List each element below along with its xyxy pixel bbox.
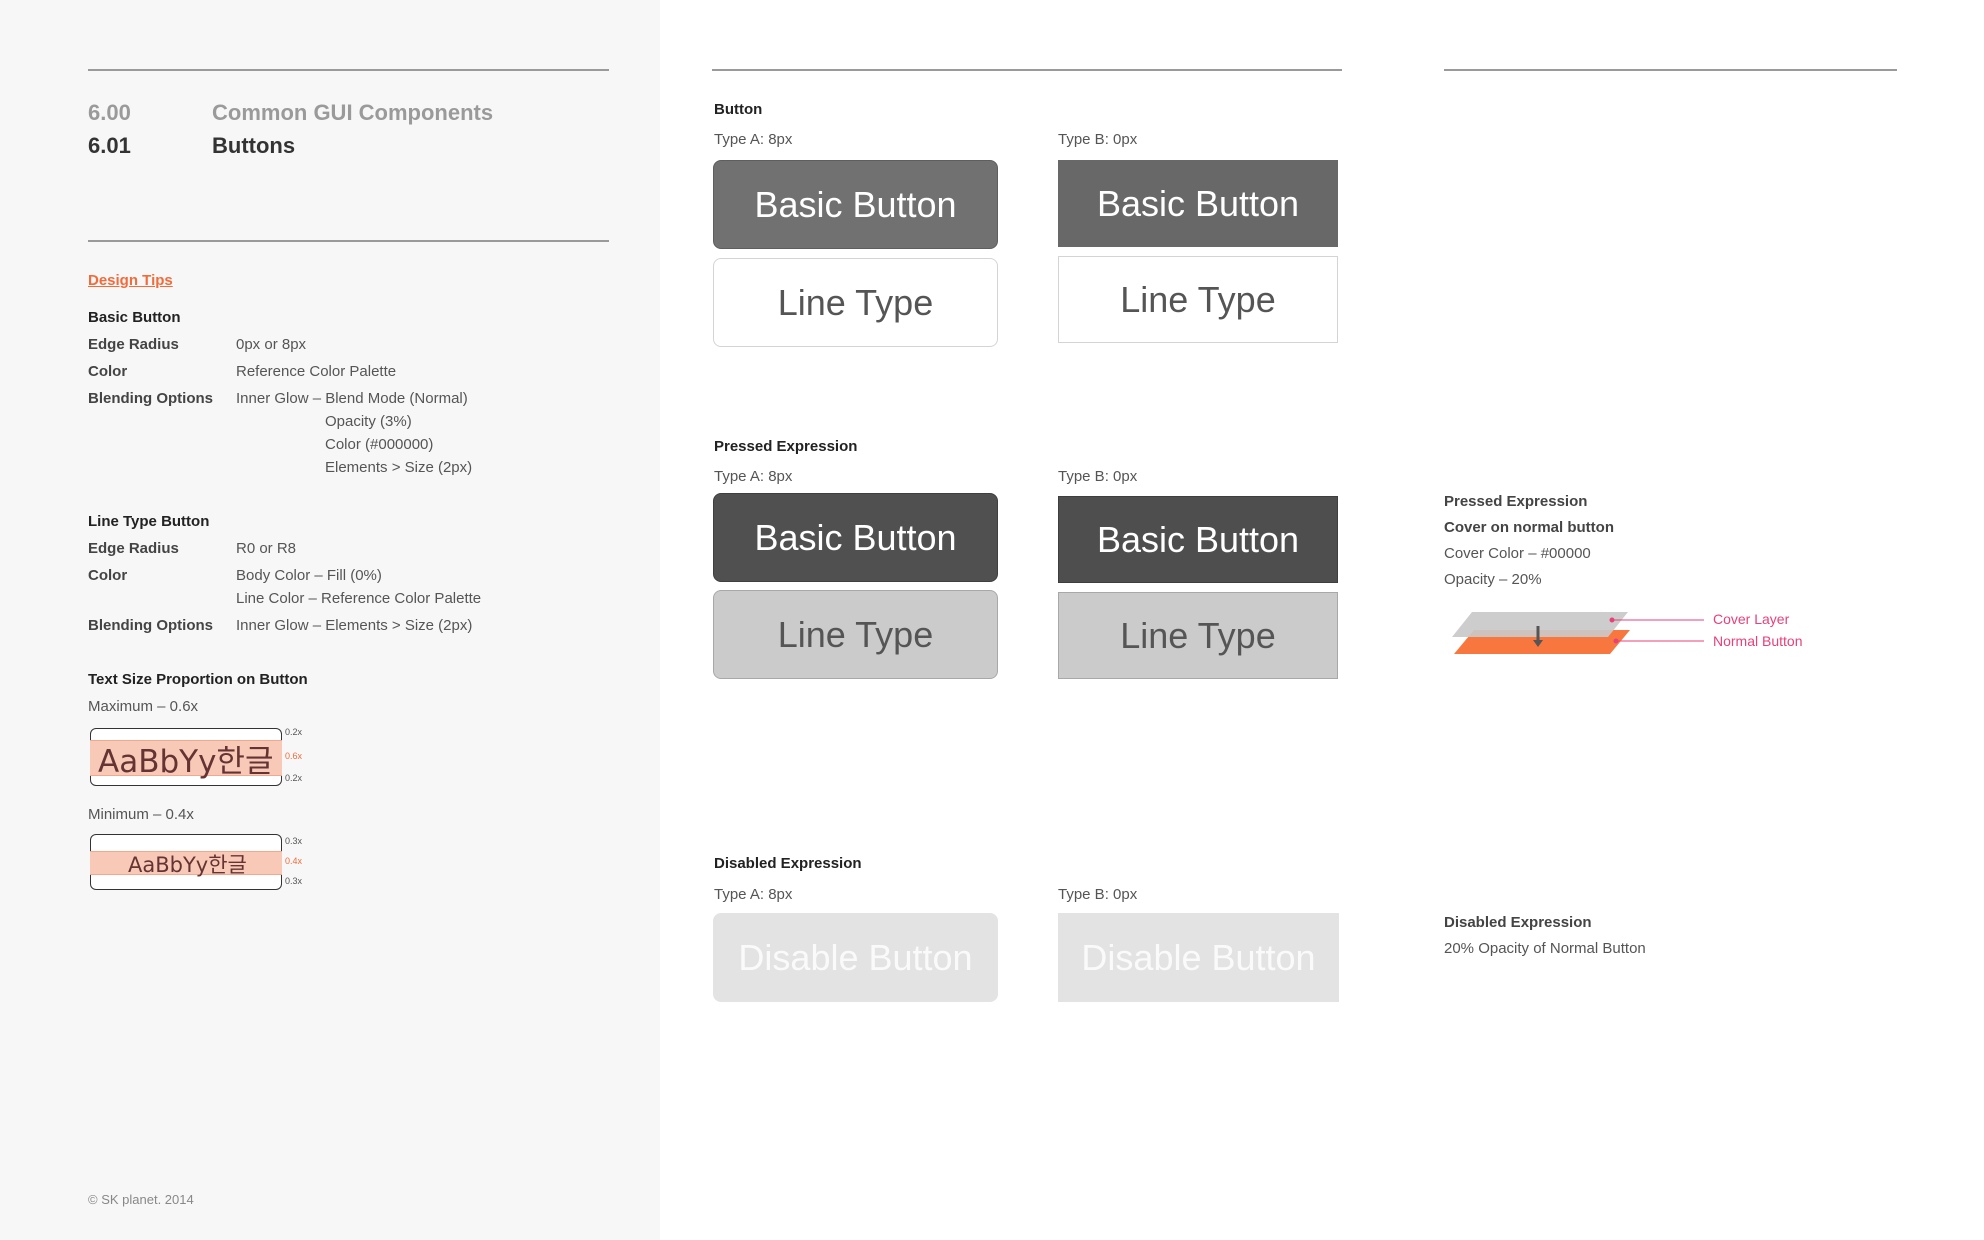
min-label: Minimum – 0.4x xyxy=(88,806,194,823)
normal-button-label: Normal Button xyxy=(1713,633,1803,649)
ratio-tick: 0.4x xyxy=(285,856,303,866)
pressed-note-title: Pressed Expression xyxy=(1444,493,1588,510)
pressed-line-type-button-type-a[interactable]: Line Type xyxy=(713,590,998,679)
ratio-tick: 0.3x xyxy=(285,836,303,846)
type-a-label: Type A: 8px xyxy=(714,468,793,485)
ratio-tick: 0.3x xyxy=(285,876,303,886)
edge-radius-value: 0px or 8px xyxy=(236,336,307,353)
line-type-button-type-a[interactable]: Line Type xyxy=(713,258,998,347)
type-b-label: Type B: 0px xyxy=(1058,886,1138,903)
ratio-tick: 0.2x xyxy=(285,727,303,737)
divider xyxy=(712,69,1342,71)
section-number: 6.00 xyxy=(88,100,131,125)
basic-button-type-a[interactable]: Basic Button xyxy=(713,160,998,249)
pressed-note-subtitle: Cover on normal button xyxy=(1444,519,1614,536)
cover-layer-label: Cover Layer xyxy=(1713,611,1790,627)
page-title: Buttons xyxy=(212,133,296,158)
edge-radius-value: R0 or R8 xyxy=(236,540,297,557)
pressed-basic-button-type-a[interactable]: Basic Button xyxy=(713,493,998,582)
blending-line: Elements > Size (2px) xyxy=(325,459,473,476)
cover-layer xyxy=(1452,612,1628,637)
copyright: © SK planet. 2014 xyxy=(88,1192,194,1207)
ratio-tick: 0.2x xyxy=(285,773,303,783)
color-line: Body Color – Fill (0%) xyxy=(236,567,382,584)
blending-line: Opacity (3%) xyxy=(325,413,412,430)
pressed-section-title: Pressed Expression xyxy=(714,438,858,455)
blending-line: Inner Glow – Blend Mode (Normal) xyxy=(236,390,468,407)
line-type-heading: Line Type Button xyxy=(88,513,210,530)
disabled-note-description: 20% Opacity of Normal Button xyxy=(1444,940,1646,957)
ratio-tick: 0.6x xyxy=(285,751,303,761)
pressed-basic-button-type-b[interactable]: Basic Button xyxy=(1058,496,1338,583)
color-label: Color xyxy=(88,567,128,584)
disabled-button-type-b: Disable Button xyxy=(1058,913,1339,1002)
basic-button-heading: Basic Button xyxy=(88,309,181,326)
basic-button-type-b[interactable]: Basic Button xyxy=(1058,160,1338,247)
blending-label: Blending Options xyxy=(88,390,213,407)
sample-text: AaBbYy한글 xyxy=(98,744,274,780)
divider xyxy=(88,240,609,242)
edge-radius-label: Edge Radius xyxy=(88,336,179,353)
opacity-note: Opacity – 20% xyxy=(1444,571,1542,588)
disabled-note-title: Disabled Expression xyxy=(1444,914,1592,931)
subsection-number: 6.01 xyxy=(88,133,131,158)
pressed-line-type-button-type-b[interactable]: Line Type xyxy=(1058,592,1338,679)
sample-text: AaBbYy한글 xyxy=(128,853,247,877)
max-label: Maximum – 0.6x xyxy=(88,698,199,715)
layer-diagram xyxy=(1452,612,1704,654)
text-size-heading: Text Size Proportion on Button xyxy=(88,671,308,688)
type-b-label: Type B: 0px xyxy=(1058,468,1138,485)
blending-line: Color (#000000) xyxy=(325,436,434,453)
color-line: Line Color – Reference Color Palette xyxy=(236,590,482,607)
type-a-label: Type A: 8px xyxy=(714,886,793,903)
line-type-button-type-b[interactable]: Line Type xyxy=(1058,256,1338,343)
disabled-section-title: Disabled Expression xyxy=(714,855,862,872)
color-label: Color xyxy=(88,363,128,380)
blending-label: Blending Options xyxy=(88,617,213,634)
cover-color-note: Cover Color – #00000 xyxy=(1444,545,1591,562)
disabled-button-type-a: Disable Button xyxy=(713,913,998,1002)
blending-value: Inner Glow – Elements > Size (2px) xyxy=(236,617,473,634)
type-a-label: Type A: 8px xyxy=(714,131,793,148)
color-value: Reference Color Palette xyxy=(236,363,397,380)
section-title: Common GUI Components xyxy=(212,100,494,125)
divider xyxy=(88,69,609,71)
button-section-title: Button xyxy=(714,101,763,118)
type-b-label: Type B: 0px xyxy=(1058,131,1138,148)
design-tips-link[interactable]: Design Tips xyxy=(88,272,173,289)
divider xyxy=(1444,69,1897,71)
edge-radius-label: Edge Radius xyxy=(88,540,179,557)
